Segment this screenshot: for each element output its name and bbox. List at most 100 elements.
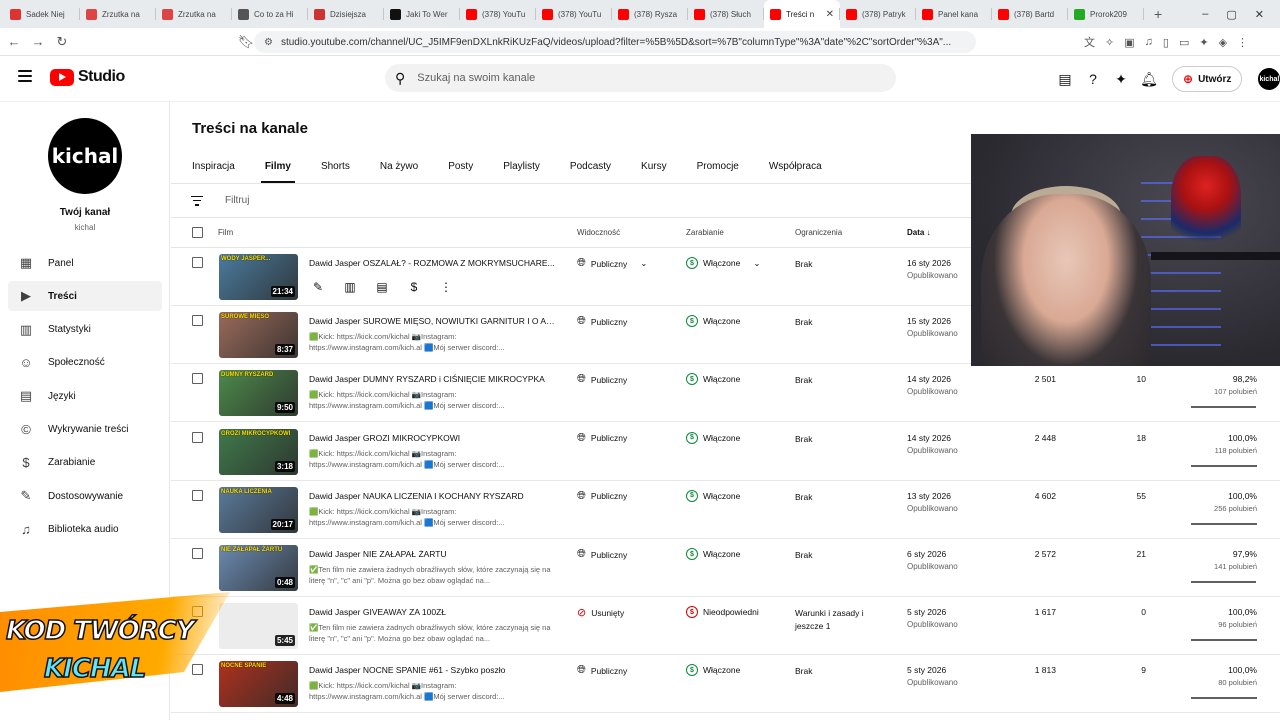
close-window-icon[interactable]: ✕ <box>1255 8 1264 21</box>
puzzle-icon[interactable]: ✧ <box>1105 36 1114 49</box>
sidebar-item-statystyki[interactable]: ▥ Statystyki <box>8 315 162 345</box>
chevron-down-icon[interactable]: ⌄ <box>640 258 647 269</box>
row-checkbox[interactable] <box>192 257 203 268</box>
video-title[interactable]: Dawid Jasper OSZALAŁ? - ROZMOWA Z MOKRYM… <box>309 258 557 268</box>
video-title[interactable]: Dawid Jasper GROZI MIKROCYPKOWI <box>309 433 557 443</box>
browser-tab[interactable]: (378) Patryk <box>840 0 916 28</box>
studio-logo[interactable]: Studio <box>50 68 125 86</box>
tab-promocje[interactable]: Promocje <box>697 150 739 183</box>
filter-icon[interactable] <box>191 195 203 206</box>
reload-icon[interactable]: ↻ <box>52 34 72 50</box>
filter-input[interactable]: Filtruj <box>225 195 249 206</box>
column-date[interactable]: Data ↓ <box>907 228 931 237</box>
create-button[interactable]: ⊕ Utwórz <box>1172 66 1243 92</box>
video-thumbnail[interactable]: NIE ZAŁAPAŁ ŻARTU 0:48 <box>219 545 298 591</box>
tab-na-żywo[interactable]: Na żywo <box>380 150 418 183</box>
ai-icon[interactable]: ✦ <box>1199 36 1208 49</box>
maximize-icon[interactable]: ▢ <box>1226 8 1236 21</box>
visibility-cell[interactable]: 🌐︎ Publiczny ⌄ <box>577 257 647 270</box>
tab-inspiracja[interactable]: Inspiracja <box>192 150 235 183</box>
shield-icon[interactable]: ◈ <box>1219 36 1227 49</box>
tab-close-icon[interactable]: ✕ <box>822 9 834 20</box>
channel-avatar[interactable]: kichal <box>48 118 122 194</box>
browser-tab[interactable]: Dzisiejsza <box>308 0 384 28</box>
browser-tab[interactable]: Jaki To Wer <box>384 0 460 28</box>
table-row[interactable]: 5:45 Dawid Jasper GIVEAWAY ZA 100ZŁ ✅Ten f… <box>171 597 1280 656</box>
video-thumbnail[interactable]: WODY JASPER... 21:34 <box>219 254 298 300</box>
select-all-checkbox[interactable] <box>192 227 203 238</box>
video-thumbnail[interactable]: SUROWE MIĘSO 8:37 <box>219 312 298 359</box>
table-row[interactable]: NAUKA LICZENIA 20:17 Dawid Jasper NAUKA LI… <box>171 481 1280 539</box>
forward-icon[interactable]: → <box>28 34 48 49</box>
new-tab-icon[interactable]: + <box>1144 6 1172 22</box>
sparkle-icon[interactable]: ✦ <box>1112 70 1130 88</box>
sidebar-item-społeczność[interactable]: ☺ Społeczność <box>8 348 162 378</box>
back-icon[interactable]: ← <box>4 34 24 49</box>
column-visibility[interactable]: Widoczność <box>577 228 620 237</box>
analytics-icon[interactable]: ▥ <box>341 280 359 294</box>
row-checkbox[interactable] <box>192 548 203 559</box>
search-input[interactable]: ⚲ Szukaj na swoim kanale <box>385 64 896 92</box>
browser-tab[interactable]: (378) Słuch <box>688 0 764 28</box>
video-thumbnail[interactable]: NOCNE SPANIE 4:48 <box>219 661 298 708</box>
video-title[interactable]: Dawid Jasper NAUKA LICZENIA I KOCHANY RY… <box>309 491 557 501</box>
music-icon[interactable]: ♫ <box>1145 36 1153 48</box>
browser-tab[interactable]: Prorok209 <box>1068 0 1144 28</box>
url-field[interactable]: ⚙ studio.youtube.com/channel/UC_J5IMF9en… <box>254 31 976 53</box>
video-thumbnail[interactable]: DUMNY RYSZARD 9:50 <box>219 370 298 417</box>
browser-tab[interactable]: (378) Bartd <box>992 0 1068 28</box>
table-row[interactable]: NIE ZAŁAPAŁ ŻARTU 0:48 Dawid Jasper NIE ZA… <box>171 539 1280 597</box>
column-restrictions[interactable]: Ograniczenia <box>795 228 842 237</box>
sidebar-item-dostosowywanie[interactable]: ✎ Dostosowywanie <box>8 481 162 511</box>
table-row[interactable]: DUMNY RYSZARD 9:50 Dawid Jasper DUMNY RYSZ… <box>171 364 1280 423</box>
tab-playlisty[interactable]: Playlisty <box>503 150 540 183</box>
video-title[interactable]: Dawid Jasper GIVEAWAY ZA 100ZŁ <box>309 607 557 617</box>
browser-tab[interactable]: Treści n ✕ <box>764 0 840 28</box>
row-checkbox[interactable] <box>192 373 203 385</box>
row-checkbox[interactable] <box>192 315 203 327</box>
tab-podcasty[interactable]: Podcasty <box>570 150 611 183</box>
minimize-icon[interactable]: – <box>1202 8 1208 20</box>
translate-icon[interactable]: 文 <box>1084 34 1095 50</box>
tab-kursy[interactable]: Kursy <box>641 150 667 183</box>
sidebar-item-biblioteka-audio[interactable]: ♫ Biblioteka audio <box>8 514 162 544</box>
browser-tab[interactable]: Zrzutka na <box>156 0 232 28</box>
help-icon[interactable]: ? <box>1084 70 1102 88</box>
sidepanel-icon[interactable]: ▯ <box>1163 36 1169 49</box>
video-thumbnail[interactable]: GROZI MIKROCYPKOWI 3:18 <box>219 428 298 475</box>
table-row[interactable]: NOCNE SPANIE 4:48 Dawid Jasper NOCNE SPANI… <box>171 655 1280 714</box>
feedback-icon[interactable]: ▤ <box>1056 70 1074 88</box>
wallet-icon[interactable]: ▭ <box>1179 36 1189 49</box>
row-checkbox[interactable] <box>192 489 203 501</box>
video-title[interactable]: Dawid Jasper DUMNY RYSZARD i CIŚNIĘCIE M… <box>309 374 557 384</box>
menu-icon[interactable]: ⋮ <box>1237 36 1248 49</box>
browser-tab[interactable]: (378) YouTu <box>536 0 612 28</box>
video-title[interactable]: Dawid Jasper NIE ZAŁAPAŁ ŻARTU <box>309 549 557 559</box>
tab-shorts[interactable]: Shorts <box>321 150 350 183</box>
column-monetization[interactable]: Zarabianie <box>686 228 724 237</box>
tab-współpraca[interactable]: Współpraca <box>769 150 822 183</box>
notifications-icon[interactable]: 🔔︎ <box>1140 70 1158 88</box>
video-title[interactable]: Dawid Jasper NOCNE SPANIE #61 - Szybko p… <box>309 665 557 675</box>
menu-icon[interactable] <box>18 70 32 82</box>
table-row[interactable]: GROZI MIKROCYPKOWI 3:18 Dawid Jasper GROZI… <box>171 423 1280 481</box>
video-thumbnail[interactable]: 5:45 <box>219 603 298 650</box>
comments-icon[interactable]: ▤ <box>373 280 391 294</box>
bookmark-icon[interactable]: 🔖︎ <box>236 34 256 50</box>
browser-tab[interactable]: Co to za Hi <box>232 0 308 28</box>
screenshot-icon[interactable]: ▣ <box>1124 36 1134 49</box>
monetization-icon[interactable]: $ <box>405 280 423 294</box>
sidebar-item-panel[interactable]: ▦ Panel <box>8 248 162 278</box>
monetization-cell[interactable]: $ Włączone ⌄ <box>686 257 760 269</box>
row-checkbox[interactable] <box>192 431 203 443</box>
tab-filmy[interactable]: Filmy <box>260 150 296 183</box>
site-info-icon[interactable]: ⚙ <box>264 37 273 48</box>
sidebar-item-wykrywanie-treści[interactable]: © Wykrywanie treści <box>8 414 162 444</box>
sidebar-item-treści[interactable]: ▶ Treści <box>8 281 162 312</box>
account-avatar[interactable]: kichal <box>1258 68 1280 90</box>
browser-tab[interactable]: (378) YouTu <box>460 0 536 28</box>
video-thumbnail[interactable]: NAUKA LICZENIA 20:17 <box>219 486 298 533</box>
more-options-icon[interactable]: ⋮ <box>437 280 455 294</box>
sidebar-item-języki[interactable]: ▤ Języki <box>8 381 162 411</box>
browser-tab[interactable]: (378) Rysza <box>612 0 688 28</box>
